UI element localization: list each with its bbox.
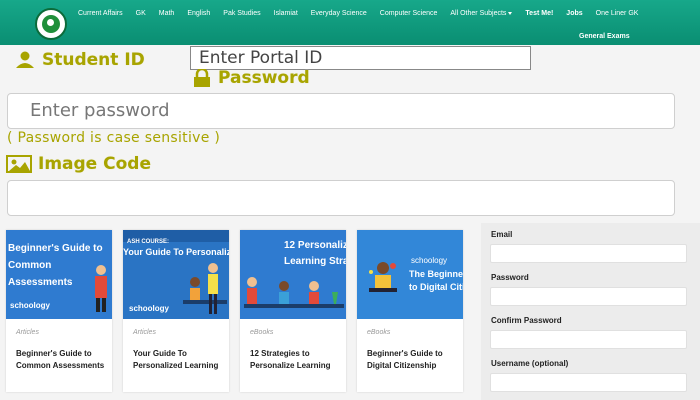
email-label: Email xyxy=(491,230,513,239)
page: Current Affairs GK Math English Pak Stud… xyxy=(0,0,700,400)
lock-icon xyxy=(194,69,210,87)
username-label: Username (optional) xyxy=(491,359,569,368)
nav-all-other-subjects[interactable]: All Other Subjects xyxy=(450,9,513,19)
card-title[interactable]: Your Guide To Personalized Learning xyxy=(133,348,225,372)
signup-password-label: Password xyxy=(491,273,529,282)
card-headline: Your Guide To Personalized Le xyxy=(123,247,229,257)
card-title[interactable]: 12 Strategies to Personalize Learning xyxy=(250,348,342,372)
portal-id-input[interactable]: Enter Portal ID xyxy=(190,46,531,70)
password-input[interactable]: Enter password xyxy=(7,93,675,129)
resource-card[interactable]: ASH COURSE: Your Guide To Personalized L… xyxy=(123,230,229,392)
card-image: Beginner's Guide to Common Assessments s… xyxy=(6,230,112,319)
card-image: ASH COURSE: Your Guide To Personalized L… xyxy=(123,230,229,319)
student-id-label: Student ID xyxy=(14,50,145,70)
card-type: Articles xyxy=(16,329,39,336)
illustration-icon xyxy=(183,263,227,314)
signup-password-field[interactable] xyxy=(490,287,687,306)
card-title[interactable]: Beginner's Guide to Digital Citizenship xyxy=(367,348,459,372)
site-logo[interactable] xyxy=(35,8,67,40)
resource-card[interactable]: 12 Personalize Learning Stra eBooks 12 S… xyxy=(240,230,346,392)
illustration-icon xyxy=(244,277,344,308)
password-text: Password xyxy=(218,68,310,88)
card-brand: schoology xyxy=(129,304,170,313)
image-code-input[interactable] xyxy=(7,180,675,216)
nav-english[interactable]: English xyxy=(187,9,210,19)
card-image: 12 Personalize Learning Stra xyxy=(240,230,346,319)
nav-gk[interactable]: GK xyxy=(136,9,146,19)
password-hint: ( Password is case sensitive ) xyxy=(7,130,221,146)
user-icon xyxy=(16,51,34,68)
resource-card[interactable]: schoology The Beginner's to Digital Citi… xyxy=(357,230,463,392)
nav-one-liner-gk[interactable]: One Liner GK xyxy=(596,9,639,19)
card-brand: schoology xyxy=(10,301,51,310)
nav-everyday-science[interactable]: Everyday Science xyxy=(311,9,367,19)
confirm-password-field[interactable] xyxy=(490,330,687,349)
nav-current-affairs[interactable]: Current Affairs xyxy=(78,9,123,19)
caret-down-icon xyxy=(508,11,513,15)
card-headline: The Beginner's to Digital Citiz xyxy=(409,269,463,292)
resource-card[interactable]: Beginner's Guide to Common Assessments s… xyxy=(6,230,112,392)
email-field[interactable] xyxy=(490,244,687,263)
username-field[interactable] xyxy=(490,373,687,392)
image-icon xyxy=(6,155,32,173)
student-id-text: Student ID xyxy=(42,50,145,70)
illustration-icon xyxy=(369,262,397,292)
confirm-password-label: Confirm Password xyxy=(491,316,562,325)
nav-all-other-label: All Other Subjects xyxy=(450,10,507,17)
card-type: eBooks xyxy=(367,329,391,336)
image-code-label: Image Code xyxy=(6,154,151,174)
card-type: Articles xyxy=(133,329,156,336)
illustration-icon xyxy=(95,265,107,312)
nav-links: Current Affairs GK Math English Pak Stud… xyxy=(78,9,638,19)
card-type: eBooks xyxy=(250,329,274,336)
password-label: Password xyxy=(192,68,310,88)
nav-pak-studies[interactable]: Pak Studies xyxy=(223,9,260,19)
top-navbar: Current Affairs GK Math English Pak Stud… xyxy=(0,0,700,45)
nav-jobs[interactable]: Jobs xyxy=(566,9,582,19)
card-title[interactable]: Beginner's Guide to Common Assessments xyxy=(16,348,108,372)
nav-islamiat[interactable]: Islamiat xyxy=(274,9,298,19)
card-image: schoology The Beginner's to Digital Citi… xyxy=(357,230,463,319)
nav-general-exams[interactable]: General Exams xyxy=(579,33,630,40)
nav-computer-science[interactable]: Computer Science xyxy=(380,9,438,19)
card-banner: ASH COURSE: xyxy=(123,230,229,245)
image-code-text: Image Code xyxy=(38,154,151,174)
card-brand: schoology xyxy=(411,256,448,265)
nav-math[interactable]: Math xyxy=(159,9,175,19)
signup-panel: Email Password Confirm Password Username… xyxy=(481,223,700,400)
nav-test-me[interactable]: Test Me! xyxy=(525,9,553,19)
